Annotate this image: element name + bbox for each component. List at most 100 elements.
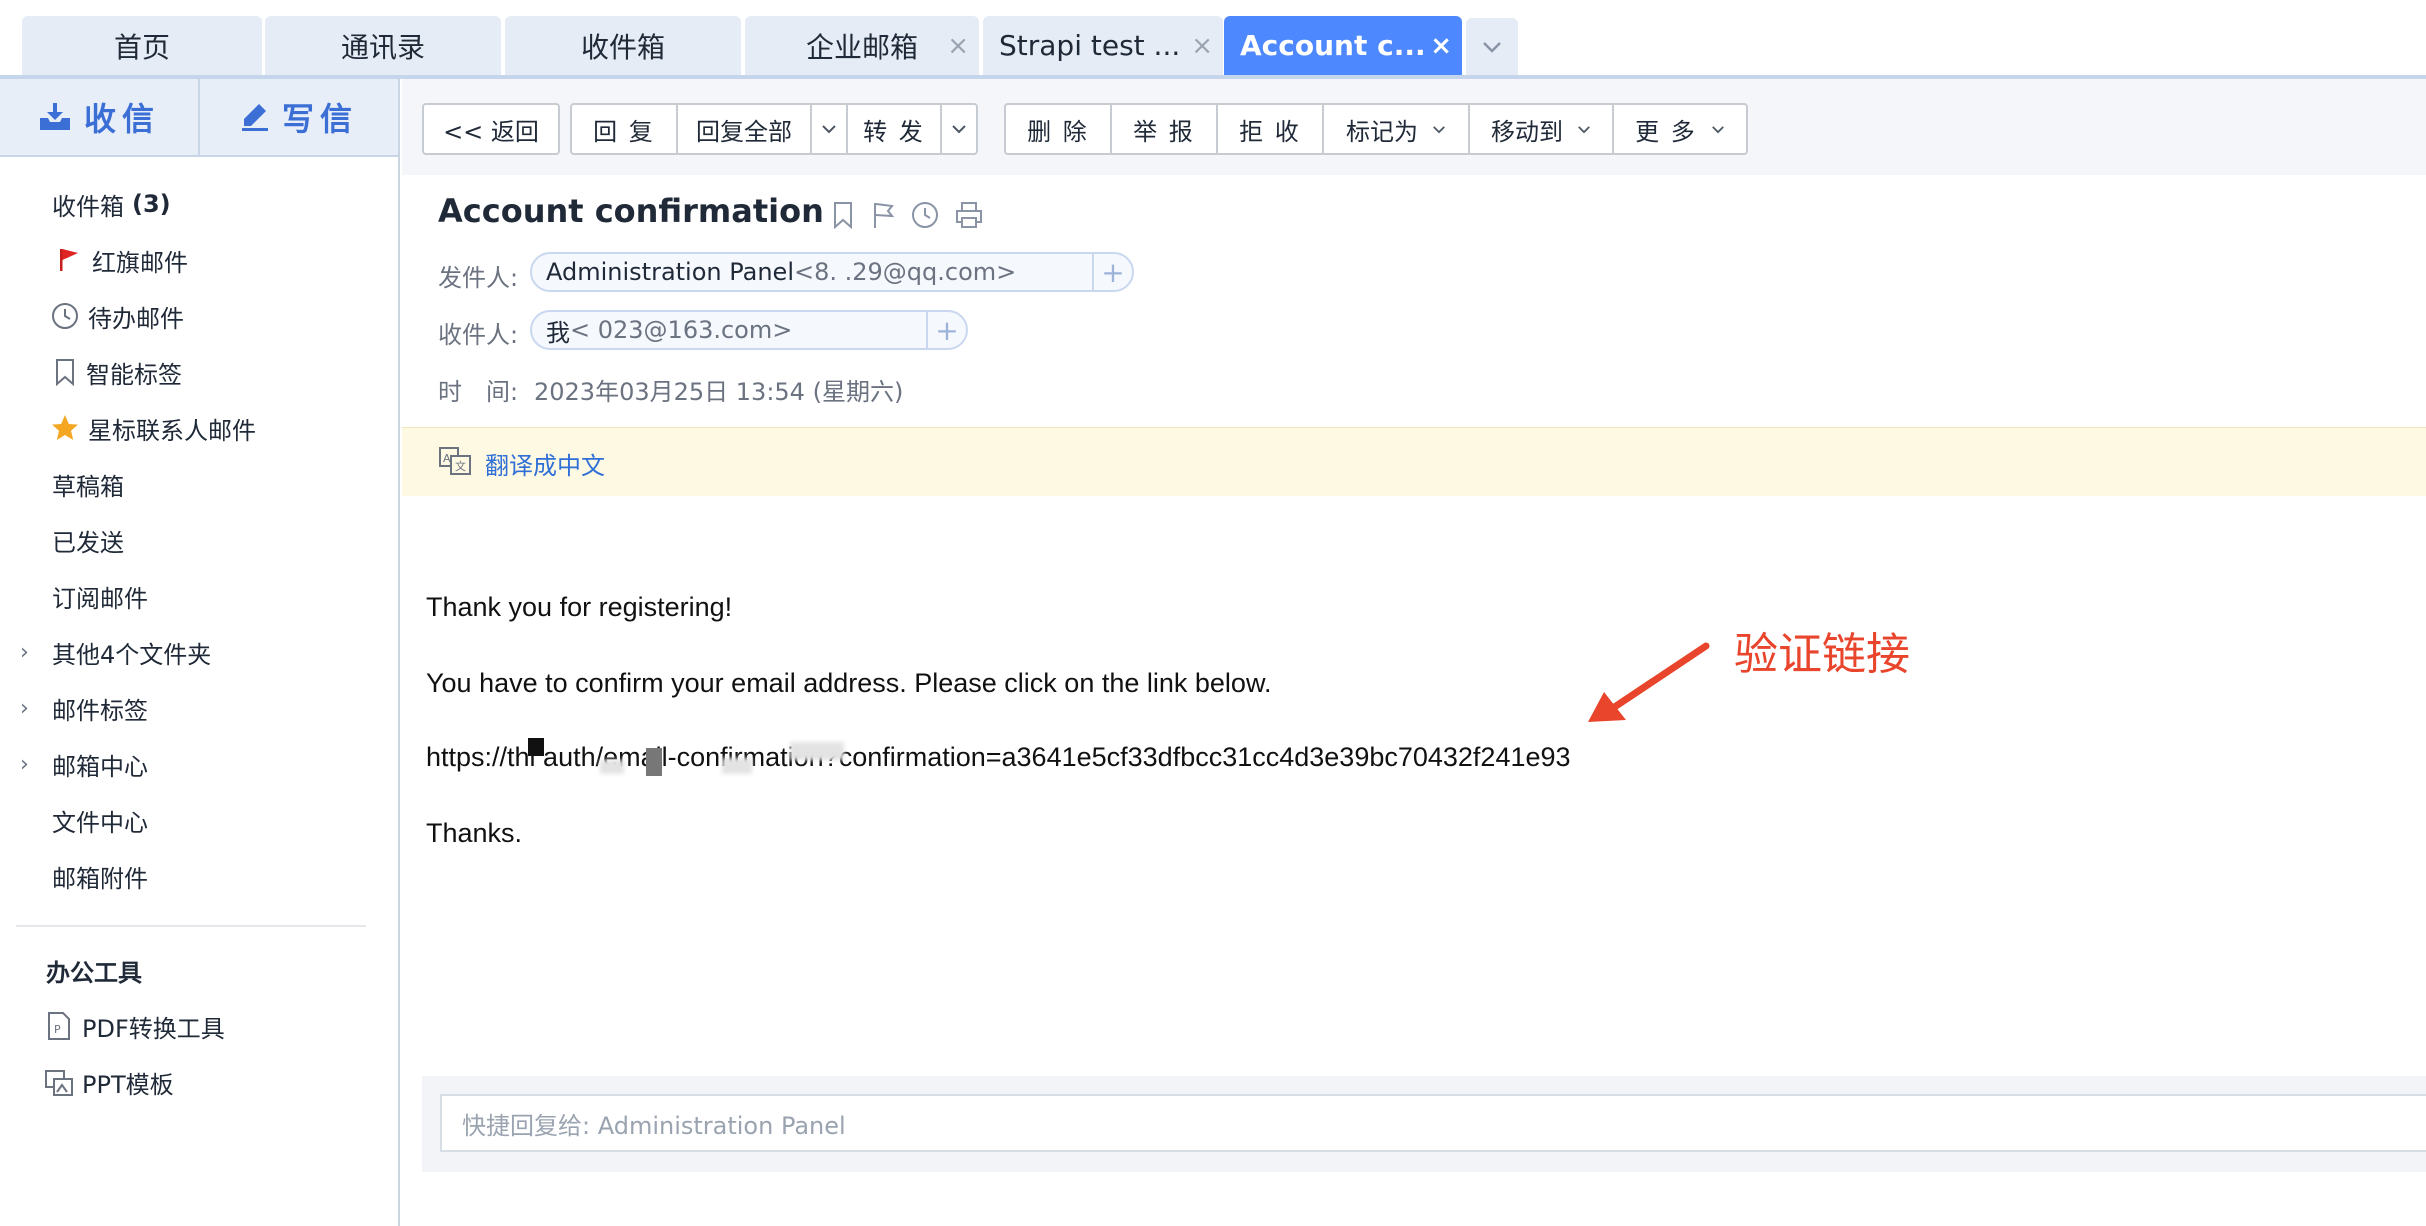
sidebar-item-red-flag[interactable]: 红旗邮件 xyxy=(0,235,398,285)
compose-bar: 收信 写信 xyxy=(0,79,398,157)
forward-button[interactable]: 转 发 xyxy=(846,103,942,155)
sidebar-item-pdf-tool[interactable]: P PDF转换工具 xyxy=(0,1001,398,1051)
translate-link[interactable]: 翻译成中文 xyxy=(485,446,605,481)
forward-label: 转 发 xyxy=(863,117,925,146)
section-heading: 办公工具 xyxy=(46,958,142,987)
translate-icon: A 文 xyxy=(439,447,471,475)
sidebar-item-attachments[interactable]: 邮箱附件 xyxy=(0,851,398,901)
sidebar-item-ppt-template[interactable]: PPT模板 xyxy=(0,1057,398,1107)
sender-chip[interactable]: Administration Panel <8. .29@qq.com> + xyxy=(530,252,1134,292)
redaction-mark xyxy=(600,760,624,774)
close-icon[interactable]: × xyxy=(1191,31,1213,61)
tab-contacts[interactable]: 通讯录 xyxy=(265,16,501,75)
sidebar-item-label: 邮箱附件 xyxy=(52,864,148,893)
sidebar-item-label: 邮箱中心 xyxy=(52,752,148,781)
tab-label: 企业邮箱 xyxy=(805,30,918,64)
tab-strapi-test[interactable]: Strapi test ... × xyxy=(983,16,1223,75)
red-flag-icon xyxy=(54,245,84,275)
redaction-mark xyxy=(722,758,752,774)
translate-bar xyxy=(402,427,2426,496)
reply-all-button[interactable]: 回复全部 xyxy=(676,103,812,155)
chevron-down-icon xyxy=(952,125,966,134)
sidebar-item-smart-label[interactable]: 智能标签 xyxy=(0,347,398,397)
reject-button[interactable]: 拒 收 xyxy=(1216,103,1324,155)
to-label: 收件人: xyxy=(438,321,519,349)
sidebar-item-label: 已发送 xyxy=(52,528,124,557)
add-contact-icon[interactable]: + xyxy=(1092,254,1132,290)
sidebar-item-label: 邮件标签 xyxy=(52,696,148,725)
clock-icon xyxy=(50,301,80,331)
tab-label: 收件箱 xyxy=(580,30,665,64)
clock-icon[interactable] xyxy=(910,200,940,230)
mark-as-label: 标记为 xyxy=(1346,117,1418,146)
sidebar-item-sent[interactable]: 已发送 xyxy=(0,515,398,565)
sidebar-divider xyxy=(16,925,366,927)
recipient-address: < 023@163.com> xyxy=(570,316,793,344)
write-mail-button[interactable]: 写信 xyxy=(198,79,398,155)
mark-as-button[interactable]: 标记为 xyxy=(1322,103,1470,155)
chevron-down-icon xyxy=(1711,125,1724,133)
reply-all-dropdown[interactable] xyxy=(810,103,848,155)
back-button[interactable]: << 返回 xyxy=(422,103,560,155)
inbox-download-icon xyxy=(39,103,70,130)
tab-account-confirmation[interactable]: Account c... × xyxy=(1224,16,1462,75)
tab-label: 首页 xyxy=(113,30,170,64)
tab-home[interactable]: 首页 xyxy=(22,16,262,75)
quick-reply-input[interactable]: 快捷回复给: Administration Panel xyxy=(440,1094,2426,1152)
back-label: << 返回 xyxy=(443,117,539,146)
mail-toolbar: << 返回 回 复 回复全部 转 发 删 除 举 报 拒 收 标记为 移动到 更… xyxy=(402,79,2426,175)
sidebar-item-label: 红旗邮件 xyxy=(92,248,188,277)
chevron-right-icon[interactable]: › xyxy=(20,640,29,665)
confirmation-link[interactable]: https://thi auth/email-confirmation?conf… xyxy=(426,742,1571,773)
tab-overflow-button[interactable] xyxy=(1466,18,1518,75)
sidebar-item-todo[interactable]: 待办邮件 xyxy=(0,291,398,341)
sidebar-item-file-center[interactable]: 文件中心 xyxy=(0,795,398,845)
chevron-right-icon[interactable]: › xyxy=(20,696,29,721)
sidebar-item-label: PPT模板 xyxy=(82,1070,174,1099)
pdf-file-icon: P xyxy=(44,1011,74,1041)
svg-text:P: P xyxy=(54,1023,61,1036)
report-button[interactable]: 举 报 xyxy=(1110,103,1218,155)
sidebar-item-subscriptions[interactable]: 订阅邮件 xyxy=(0,571,398,621)
recipient-chip[interactable]: 我 < 023@163.com> + xyxy=(530,310,968,350)
sidebar-item-label: 收件箱 xyxy=(52,192,124,221)
reply-label: 回 复 xyxy=(593,117,655,146)
recipient-name: 我 xyxy=(546,318,570,347)
sidebar-item-other-folders[interactable]: › 其他4个文件夹 xyxy=(0,627,398,677)
sidebar-item-label: PDF转换工具 xyxy=(82,1014,225,1043)
more-button[interactable]: 更 多 xyxy=(1612,103,1748,155)
svg-text:文: 文 xyxy=(455,459,466,473)
annotation-arrow-icon xyxy=(1588,642,1710,722)
tab-label: Strapi test ... xyxy=(999,29,1181,62)
receive-mail-button[interactable]: 收信 xyxy=(0,79,198,155)
svg-text:A: A xyxy=(443,452,451,465)
reply-button[interactable]: 回 复 xyxy=(570,103,678,155)
tab-label: Account c... xyxy=(1240,29,1426,62)
move-to-button[interactable]: 移动到 xyxy=(1468,103,1614,155)
sidebar-item-label: 文件中心 xyxy=(52,808,148,837)
chevron-right-icon[interactable]: › xyxy=(20,752,29,777)
bookmark-icon[interactable] xyxy=(830,200,856,230)
body-line-greeting: Thank you for registering! xyxy=(426,592,733,622)
sidebar-item-label: 星标联系人邮件 xyxy=(88,416,256,445)
forward-dropdown[interactable] xyxy=(940,103,978,155)
tab-enterprise-mail[interactable]: 企业邮箱 × xyxy=(745,16,979,75)
add-contact-icon[interactable]: + xyxy=(926,312,966,348)
sidebar-item-mail-tags[interactable]: › 邮件标签 xyxy=(0,683,398,733)
pen-icon xyxy=(241,104,268,131)
tab-inbox[interactable]: 收件箱 xyxy=(505,16,741,75)
sidebar-item-drafts[interactable]: 草稿箱 xyxy=(0,459,398,509)
flag-icon[interactable] xyxy=(870,200,896,230)
sidebar-item-mail-center[interactable]: › 邮箱中心 xyxy=(0,739,398,789)
sidebar-item-label: 其他4个文件夹 xyxy=(52,640,212,669)
redaction-mark xyxy=(790,742,844,760)
sidebar-item-inbox[interactable]: 收件箱 (3) xyxy=(0,179,398,229)
close-icon[interactable]: × xyxy=(947,31,969,61)
tab-bar: 首页 通讯录 收件箱 企业邮箱 × Strapi test ... × Acco… xyxy=(0,0,2426,79)
print-icon[interactable] xyxy=(954,200,984,230)
office-tools-heading: 办公工具 xyxy=(0,945,398,995)
mail-subject: Account confirmation xyxy=(438,192,824,230)
close-icon[interactable]: × xyxy=(1430,31,1452,61)
delete-button[interactable]: 删 除 xyxy=(1004,103,1112,155)
sidebar-item-starred-contacts[interactable]: 星标联系人邮件 xyxy=(0,403,398,453)
